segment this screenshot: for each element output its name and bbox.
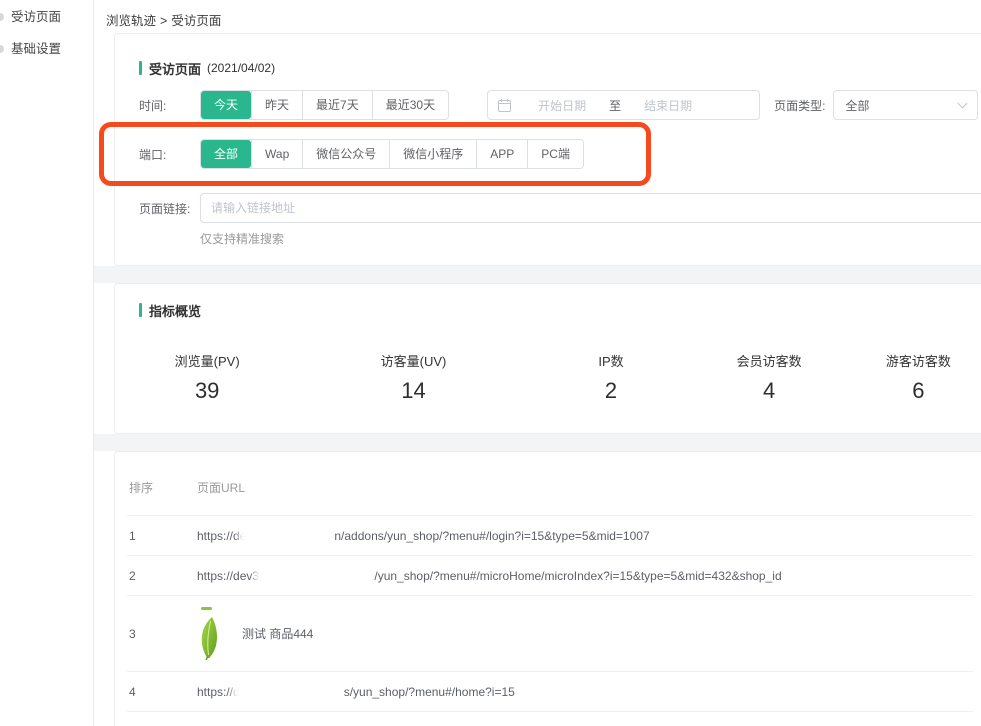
section-gap (94, 266, 981, 283)
url-suffix: /yun_shop/?menu#/microHome/microIndex?i=… (374, 569, 781, 583)
metric-guest-visitors: 游客访客数 6 (844, 351, 981, 404)
leaf-dash-icon (201, 607, 212, 610)
menu-bullet-icon (0, 13, 4, 21)
menu-bullet-icon (0, 45, 4, 53)
port-option-app[interactable]: APP (476, 140, 527, 168)
breadcrumb-current: 受访页面 (171, 14, 221, 28)
time-option-last7days[interactable]: 最近7天 (302, 91, 372, 119)
metric-value: 2 (528, 378, 695, 404)
time-option-last30days[interactable]: 最近30天 (372, 91, 448, 119)
port-option-all[interactable]: 全部 (201, 140, 251, 168)
metrics-card: 指标概览 浏览量(PV) 39 访客量(UV) 14 IP数 2 会员访客数 4 (114, 283, 981, 434)
metric-label: 访客量(UV) (299, 351, 527, 370)
time-button-group: 今天 昨天 最近7天 最近30天 (200, 90, 449, 120)
page-link-hint: 仅支持精准搜索 (200, 230, 981, 247)
section-gap (94, 434, 981, 451)
metric-ip: IP数 2 (528, 351, 695, 404)
metric-value: 39 (115, 378, 299, 404)
time-filter-row: 时间: 今天 昨天 最近7天 最近30天 开始日期 至 结束日期 页面类型: 全… (139, 90, 981, 120)
breadcrumb: 浏览轨迹 > 受访页面 (94, 0, 981, 33)
metrics-row: 浏览量(PV) 39 访客量(UV) 14 IP数 2 会员访客数 4 游客访客… (115, 351, 981, 404)
page-type-select[interactable]: 全部 (833, 90, 978, 120)
port-option-wap[interactable]: Wap (251, 140, 302, 168)
page-link-input[interactable] (200, 193, 981, 223)
table-row: 2 https://dev3. /yun_shop/?menu#/microHom… (127, 556, 973, 596)
metric-member-visitors: 会员访客数 4 (694, 351, 843, 404)
table-row: 5 https:///addons/yun_shop/?menu#/home?i… (127, 712, 973, 726)
metric-uv: 访客量(UV) 14 (299, 351, 527, 404)
chevron-down-icon (958, 99, 968, 109)
page-title: 受访页面 (149, 59, 201, 78)
port-option-wechat-miniprogram[interactable]: 微信小程序 (389, 140, 476, 168)
url-cell: https://de n/addons/yun_shop/?menu#/login… (197, 529, 973, 543)
main-content: 浏览轨迹 > 受访页面 受访页面 (2021/04/02) 时间: 今天 昨天 最近… (94, 0, 981, 726)
filter-card: 受访页面 (2021/04/02) 时间: 今天 昨天 最近7天 最近30天 开… (114, 33, 981, 266)
page-type-value: 全部 (845, 97, 869, 114)
table-row: 3 测试 商品444 (127, 596, 973, 672)
sidebar-item-visited-pages[interactable]: 受访页面 (0, 1, 93, 33)
breadcrumb-separator: > (160, 14, 167, 28)
leaf-icon (198, 616, 224, 660)
metric-value: 14 (299, 378, 527, 404)
product-name: 测试 商品444 (242, 625, 313, 642)
product-cell: 测试 商品444 (197, 607, 973, 661)
port-option-wechat-official[interactable]: 微信公众号 (302, 140, 389, 168)
port-option-pc[interactable]: PC端 (527, 140, 583, 168)
time-label: 时间: (139, 97, 200, 114)
metrics-card-title-row: 指标概览 (139, 302, 981, 318)
metric-value: 6 (844, 378, 981, 404)
time-option-yesterday[interactable]: 昨天 (251, 91, 302, 119)
date-range-separator: 至 (609, 97, 621, 114)
table-header: 排序 页面URL (127, 460, 973, 516)
redaction-blur (240, 685, 344, 699)
url-cell: https://dev3. /yun_shop/?menu#/microHome/… (197, 569, 973, 583)
rank-cell: 1 (127, 529, 197, 543)
redaction-blur (246, 529, 334, 543)
column-header-url: 页面URL (197, 479, 973, 496)
breadcrumb-section[interactable]: 浏览轨迹 (106, 14, 156, 28)
port-label: 端口: (139, 146, 200, 163)
port-button-group: 全部 Wap 微信公众号 微信小程序 APP PC端 (200, 139, 584, 169)
app-root: 受访页面 基础设置 浏览轨迹 > 受访页面 受访页面 (2021/04/02) 时间… (0, 0, 981, 726)
page-type-label: 页面类型: (774, 97, 825, 114)
start-date-placeholder: 开始日期 (519, 97, 605, 114)
product-leaf-image (197, 607, 227, 661)
metric-label: 会员访客数 (694, 351, 843, 370)
sidebar: 受访页面 基础设置 (0, 0, 94, 726)
table-row: 4 https://d s/yun_shop/?menu#/home?i=15 (127, 672, 973, 712)
filter-card-title-row: 受访页面 (2021/04/02) (139, 60, 981, 76)
url-suffix: s/yun_shop/?menu#/home?i=15 (344, 685, 515, 699)
date-range-picker[interactable]: 开始日期 至 结束日期 (487, 90, 760, 120)
url-cell: https://d s/yun_shop/?menu#/home?i=15 (197, 685, 973, 699)
port-filter-row: 端口: 全部 Wap 微信公众号 微信小程序 APP PC端 (139, 139, 981, 169)
metric-pv: 浏览量(PV) 39 (115, 351, 299, 404)
rank-cell: 4 (127, 685, 197, 699)
sidebar-item-label: 基础设置 (11, 42, 61, 56)
title-date-note: (2021/04/02) (207, 61, 275, 75)
sidebar-item-label: 受访页面 (11, 10, 61, 24)
redaction-blur (262, 569, 374, 583)
url-prefix: https://de (197, 529, 246, 543)
metric-value: 4 (694, 378, 843, 404)
rank-cell: 2 (127, 569, 197, 583)
metrics-title: 指标概览 (149, 301, 201, 320)
url-prefix: https://d (197, 685, 240, 699)
title-accent-bar (139, 61, 142, 75)
metric-label: IP数 (528, 351, 695, 370)
calendar-icon (498, 99, 511, 112)
rank-cell: 3 (127, 627, 197, 641)
title-accent-bar (139, 303, 142, 317)
metric-label: 浏览量(PV) (115, 351, 299, 370)
time-option-today[interactable]: 今天 (201, 91, 251, 119)
page-link-label: 页面链接: (139, 200, 200, 217)
url-suffix: n/addons/yun_shop/?menu#/login?i=15&type… (334, 529, 649, 543)
metric-label: 游客访客数 (844, 351, 981, 370)
end-date-placeholder: 结束日期 (625, 97, 711, 114)
sidebar-item-basic-settings[interactable]: 基础设置 (0, 33, 93, 65)
table-row: 1 https://de n/addons/yun_shop/?menu#/log… (127, 516, 973, 556)
column-header-rank: 排序 (127, 479, 197, 496)
page-link-row: 页面链接: (139, 193, 981, 223)
url-table-card: 排序 页面URL 1 https://de n/addons/yun_shop/?… (114, 451, 981, 726)
url-prefix: https://dev3. (197, 569, 262, 583)
